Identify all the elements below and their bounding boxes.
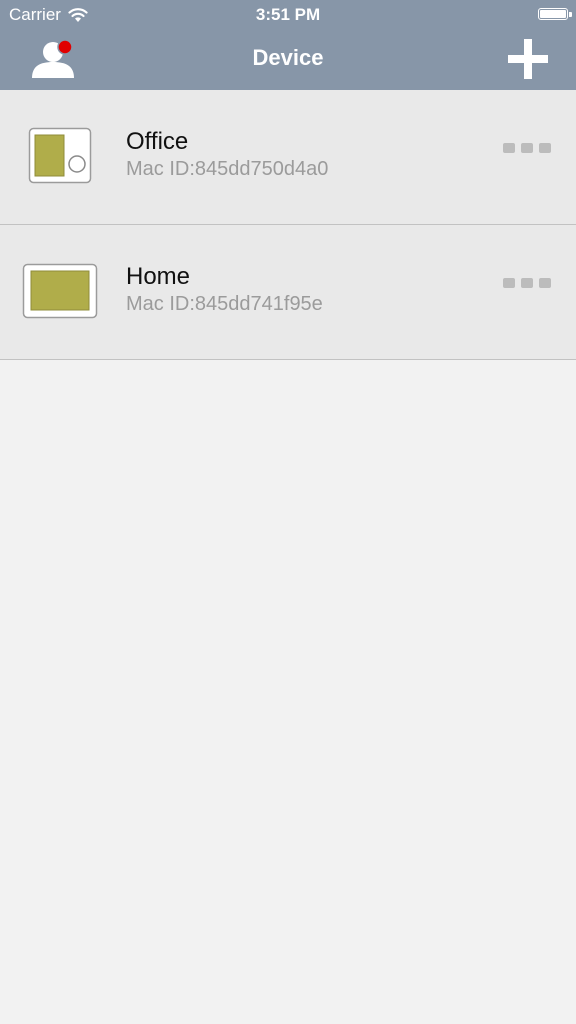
device-list: Office Mac ID:845dd750d4a0 Home Mac ID:8… — [0, 90, 576, 360]
device-mac-id: Mac ID:845dd741f95e — [126, 293, 323, 315]
list-item-home[interactable]: Home Mac ID:845dd741f95e — [0, 225, 576, 360]
device-name: Home — [126, 263, 191, 290]
status-time: 3:51 PM — [255, 5, 321, 24]
battery-tip — [569, 12, 572, 17]
device-name: Office — [126, 128, 189, 155]
more-options-icon[interactable] — [503, 278, 551, 290]
battery-icon — [538, 8, 568, 20]
device-mac-id: Mac ID:845dd750d4a0 — [126, 158, 329, 180]
vertical-thermostat-icon — [28, 127, 92, 184]
more-options-icon[interactable] — [503, 143, 551, 155]
page-title: Device — [252, 45, 324, 70]
horizontal-thermostat-icon — [22, 263, 98, 319]
navigation-bar: Carrier 3:51 PM Device — [0, 0, 576, 90]
status-bar: Carrier 3:51 PM — [0, 0, 576, 30]
plus-icon[interactable] — [506, 37, 550, 81]
list-item-office[interactable]: Office Mac ID:845dd750d4a0 — [0, 90, 576, 225]
